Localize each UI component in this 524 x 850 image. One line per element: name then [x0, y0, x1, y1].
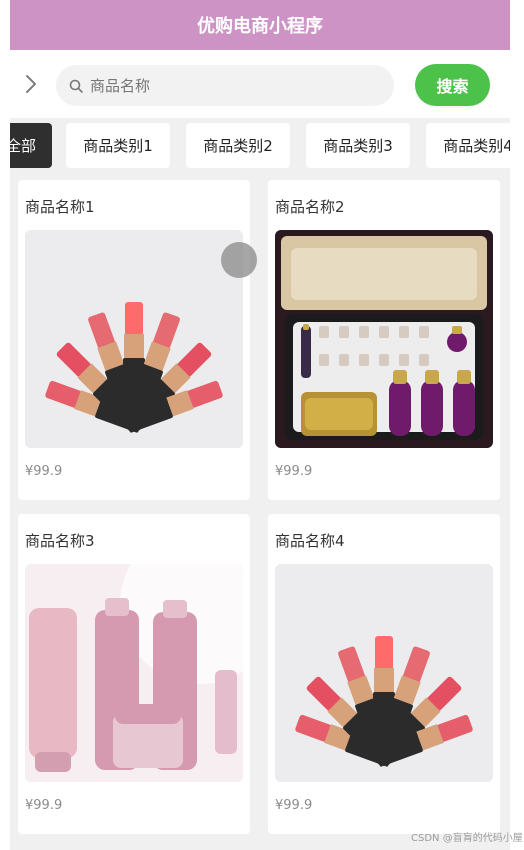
search-input[interactable]: 商品名称 — [56, 65, 394, 106]
watermark-text: CSDN @盲肓的代码小屋 — [411, 833, 523, 844]
product-card[interactable]: 商品名称4 ¥99.9 — [268, 514, 500, 834]
product-image-skincare-box[interactable] — [275, 230, 493, 448]
lipstick-image — [25, 230, 243, 448]
app-frame: 优购电商小程序 商品名称 搜索 全部 商品类别1 商品类别2 商品类别3 商品类… — [10, 0, 510, 850]
floating-dot[interactable] — [221, 242, 257, 278]
search-button[interactable]: 搜索 — [415, 64, 490, 106]
app-header: 优购电商小程序 — [10, 0, 510, 50]
product-grid: 商品名称1 ¥99.9 商品名称2 ¥99.9 商品名称3 ¥99.9 商品名称… — [10, 172, 510, 850]
product-image-lipsticks[interactable] — [25, 230, 243, 448]
tab-label: 商品类别4 — [443, 137, 510, 155]
product-card[interactable]: 商品名称1 ¥99.9 — [18, 180, 257, 500]
page-title: 优购电商小程序 — [197, 16, 323, 37]
pink-skincare-image — [25, 564, 243, 782]
tab-all[interactable]: 全部 — [10, 123, 52, 168]
product-image-lipsticks[interactable] — [275, 564, 493, 782]
product-price: ¥99.9 — [25, 464, 63, 479]
tab-category-3[interactable]: 商品类别3 — [306, 123, 410, 168]
tab-label: 商品类别2 — [203, 137, 273, 155]
tab-category-1[interactable]: 商品类别1 — [66, 123, 170, 168]
product-image-pink-skincare[interactable] — [25, 564, 243, 782]
product-card[interactable]: 商品名称2 ¥99.9 — [268, 180, 500, 500]
search-icon — [68, 78, 84, 94]
category-tabs: 全部 商品类别1 商品类别2 商品类别3 商品类别4 — [10, 118, 510, 172]
search-bar: 商品名称 搜索 — [10, 50, 510, 118]
search-button-label: 搜索 — [436, 77, 469, 96]
product-price: ¥99.9 — [275, 798, 313, 813]
tab-category-4[interactable]: 商品类别4 — [426, 123, 510, 168]
product-name: 商品名称1 — [25, 198, 95, 216]
tab-category-2[interactable]: 商品类别2 — [186, 123, 290, 168]
chevron-right-icon[interactable] — [24, 72, 38, 96]
product-price: ¥99.9 — [25, 798, 63, 813]
tab-label: 商品类别1 — [83, 137, 153, 155]
search-placeholder: 商品名称 — [90, 77, 151, 95]
skincare-box-image — [275, 230, 493, 448]
product-name: 商品名称4 — [275, 532, 345, 550]
tab-label: 商品类别3 — [323, 137, 393, 155]
lipstick-image — [275, 564, 493, 782]
product-price: ¥99.9 — [275, 464, 313, 479]
product-name: 商品名称3 — [25, 532, 95, 550]
product-card[interactable]: 商品名称3 ¥99.9 — [18, 514, 250, 834]
product-name: 商品名称2 — [275, 198, 345, 216]
tab-label: 全部 — [10, 137, 37, 155]
